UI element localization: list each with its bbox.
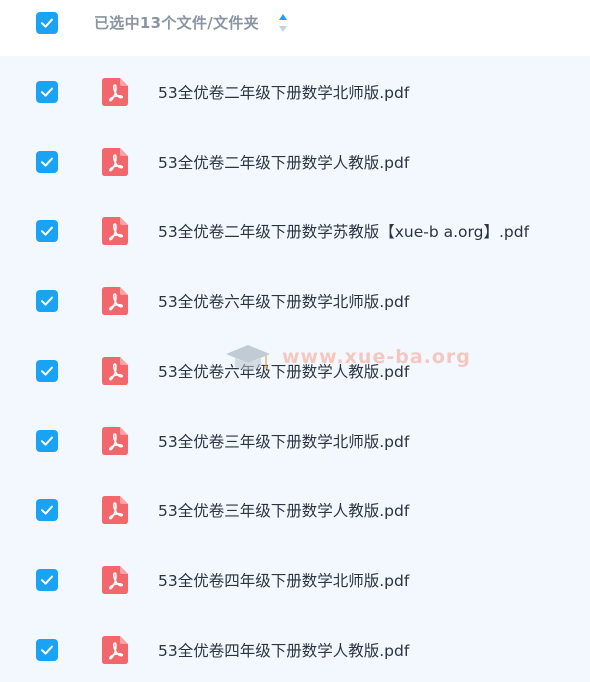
checkmark-icon [41, 18, 53, 28]
file-name[interactable]: 53全优卷二年级下册数学北师版.pdf [158, 81, 409, 103]
file-checkbox[interactable] [36, 81, 58, 103]
file-name[interactable]: 53全优卷三年级下册数学人教版.pdf [158, 499, 409, 521]
checkmark-icon [41, 645, 53, 655]
pdf-file-icon [102, 496, 128, 525]
file-row[interactable]: 53全优卷二年级下册数学北师版.pdf [0, 56, 590, 126]
checkmark-icon [41, 575, 53, 585]
file-row[interactable]: 53全优卷三年级下册数学北师版.pdf [0, 405, 590, 475]
file-name[interactable]: 53全优卷二年级下册数学人教版.pdf [158, 151, 409, 173]
file-row[interactable]: 53全优卷二年级下册数学人教版.pdf [0, 126, 590, 196]
pdf-file-icon [102, 78, 128, 106]
checkmark-icon [41, 226, 53, 236]
file-checkbox[interactable] [36, 359, 58, 382]
checkmark-icon [41, 436, 53, 446]
file-row[interactable]: 53全优卷四年级下册数学北师版.pdf [0, 544, 590, 614]
sort-icon[interactable] [278, 13, 288, 33]
file-checkbox[interactable] [36, 150, 58, 173]
file-name[interactable]: 53全优卷六年级下册数学人教版.pdf [158, 360, 409, 382]
file-checkbox[interactable] [36, 499, 58, 522]
file-name[interactable]: 53全优卷四年级下册数学北师版.pdf [158, 569, 409, 591]
select-all-checkbox[interactable] [36, 12, 58, 34]
pdf-file-icon [102, 356, 128, 385]
checkmark-icon [41, 296, 53, 306]
file-name[interactable]: 53全优卷四年级下册数学人教版.pdf [158, 639, 409, 661]
file-checkbox[interactable] [36, 220, 58, 243]
selection-count-label: 已选中13个文件/文件夹 [94, 14, 259, 32]
checkmark-icon [41, 157, 53, 167]
file-checkbox[interactable] [36, 429, 58, 452]
file-checkbox[interactable] [36, 568, 58, 591]
pdf-file-icon [102, 565, 128, 594]
pdf-file-icon [102, 426, 128, 455]
pdf-file-icon [102, 147, 128, 176]
pdf-file-icon [102, 287, 128, 316]
file-name[interactable]: 53全优卷二年级下册数学苏教版【xue-b a.org】.pdf [158, 220, 529, 242]
selection-header: 已选中13个文件/文件夹 [0, 0, 590, 47]
checkmark-icon [41, 87, 53, 97]
file-list-panel: 已选中13个文件/文件夹 53全优卷二年级下册数学北师版.pdf 53全优卷二年级… [0, 0, 590, 682]
file-row[interactable]: 53全优卷二年级下册数学苏教版【xue-b a.org】.pdf [0, 195, 590, 265]
file-name[interactable]: 53全优卷三年级下册数学北师版.pdf [158, 430, 409, 452]
pdf-file-icon [102, 217, 128, 246]
file-list: 53全优卷二年级下册数学北师版.pdf 53全优卷二年级下册数学人教版.pdf 53… [0, 56, 590, 682]
file-row[interactable]: 53全优卷四年级下册数学人教版.pdf [0, 614, 590, 682]
pdf-file-icon [102, 635, 128, 664]
checkmark-icon [41, 505, 53, 515]
file-checkbox[interactable] [36, 290, 58, 313]
file-row[interactable]: 53全优卷六年级下册数学人教版.pdf [0, 335, 590, 405]
file-row[interactable]: 53全优卷三年级下册数学人教版.pdf [0, 474, 590, 544]
file-row[interactable]: 53全优卷六年级下册数学北师版.pdf [0, 265, 590, 335]
file-name[interactable]: 53全优卷六年级下册数学北师版.pdf [158, 290, 409, 312]
file-checkbox[interactable] [36, 638, 58, 661]
checkmark-icon [41, 366, 53, 376]
